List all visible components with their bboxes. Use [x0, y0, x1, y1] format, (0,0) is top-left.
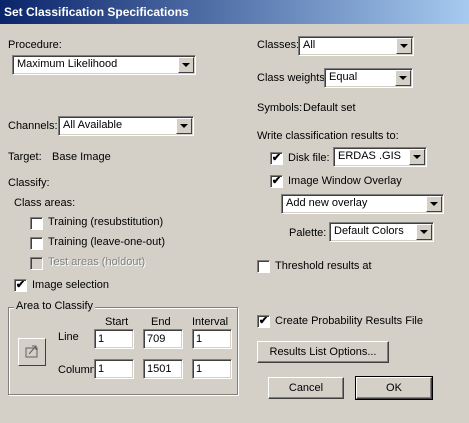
- class-weights-value: Equal: [329, 71, 358, 83]
- classes-label: Classes:: [257, 39, 300, 51]
- classify-label: Classify:: [8, 177, 50, 189]
- overlay-select-value: Add new overlay: [286, 197, 368, 209]
- chevron-down-icon[interactable]: [426, 196, 442, 212]
- write-results-label: Write classification results to:: [257, 130, 399, 142]
- line-label: Line: [58, 331, 79, 343]
- cancel-button[interactable]: Cancel: [268, 377, 344, 399]
- overlay-checkbox[interactable]: ✔: [270, 175, 283, 188]
- interval-header: Interval: [192, 316, 229, 328]
- start-header: Start: [105, 316, 129, 328]
- disk-file-format-select[interactable]: ERDAS .GIS: [333, 147, 427, 167]
- chevron-down-icon[interactable]: [396, 38, 412, 54]
- symbols-value: Default set: [303, 102, 356, 114]
- ok-button[interactable]: OK: [355, 376, 433, 400]
- channels-label: Channels:: [8, 120, 58, 132]
- channels-value: All Available: [63, 119, 123, 131]
- column-end-field[interactable]: 1501: [143, 359, 183, 379]
- class-areas-label: Class areas:: [14, 197, 76, 209]
- training-resub-label: Training (resubstitution): [48, 216, 164, 228]
- area-select-icon[interactable]: [18, 338, 46, 366]
- test-areas-checkbox: [30, 257, 43, 270]
- training-loo-label: Training (leave-one-out): [48, 236, 165, 248]
- chevron-down-icon[interactable]: [409, 149, 425, 165]
- chevron-down-icon[interactable]: [395, 70, 411, 86]
- palette-label: Palette:: [289, 227, 327, 239]
- procedure-select[interactable]: Maximum Likelihood: [12, 55, 196, 75]
- line-start-field[interactable]: 1: [94, 329, 134, 349]
- training-loo-checkbox[interactable]: [30, 237, 43, 250]
- disk-file-label: Disk file:: [288, 152, 330, 164]
- classification-dialog: Set Classification Specifications Proced…: [0, 0, 469, 423]
- training-resub-checkbox[interactable]: [30, 217, 43, 230]
- disk-file-format-value: ERDAS .GIS: [338, 150, 401, 162]
- symbols-label: Symbols:: [257, 102, 303, 114]
- class-weights-select[interactable]: Equal: [324, 68, 413, 88]
- procedure-label: Procedure:: [8, 39, 62, 51]
- chevron-down-icon[interactable]: [176, 118, 192, 134]
- target-value: Base Image: [52, 151, 111, 163]
- palette-value: Default Colors: [334, 225, 404, 237]
- line-interval-field[interactable]: 1: [192, 329, 232, 349]
- column-start-field[interactable]: 1: [94, 359, 134, 379]
- palette-select[interactable]: Default Colors: [329, 222, 434, 242]
- threshold-checkbox[interactable]: [257, 260, 270, 273]
- window-title: Set Classification Specifications: [0, 0, 469, 24]
- results-list-options-button[interactable]: Results List Options...: [257, 341, 389, 363]
- threshold-label: Threshold results at: [275, 260, 372, 272]
- class-weights-label: Class weights:: [257, 72, 328, 84]
- image-selection-label: Image selection: [32, 279, 110, 291]
- column-label: Column: [58, 364, 96, 376]
- procedure-value: Maximum Likelihood: [17, 58, 118, 70]
- end-header: End: [151, 316, 171, 328]
- disk-file-checkbox[interactable]: ✔: [270, 152, 283, 165]
- classes-select[interactable]: All: [298, 36, 414, 56]
- chevron-down-icon[interactable]: [416, 224, 432, 240]
- overlay-label: Image Window Overlay: [288, 175, 402, 187]
- area-to-classify-title: Area to Classify: [14, 300, 96, 312]
- column-interval-field[interactable]: 1: [192, 359, 232, 379]
- classes-value: All: [303, 39, 316, 51]
- target-label: Target:: [8, 151, 42, 163]
- probability-file-label: Create Probability Results File: [275, 315, 423, 327]
- chevron-down-icon[interactable]: [178, 57, 194, 73]
- overlay-select[interactable]: Add new overlay: [281, 194, 444, 214]
- image-selection-checkbox[interactable]: ✔: [14, 279, 27, 292]
- test-areas-label: Test areas (holdout): [48, 256, 146, 268]
- channels-select[interactable]: All Available: [58, 116, 194, 136]
- line-end-field[interactable]: 709: [143, 329, 183, 349]
- probability-file-checkbox[interactable]: ✔: [257, 315, 270, 328]
